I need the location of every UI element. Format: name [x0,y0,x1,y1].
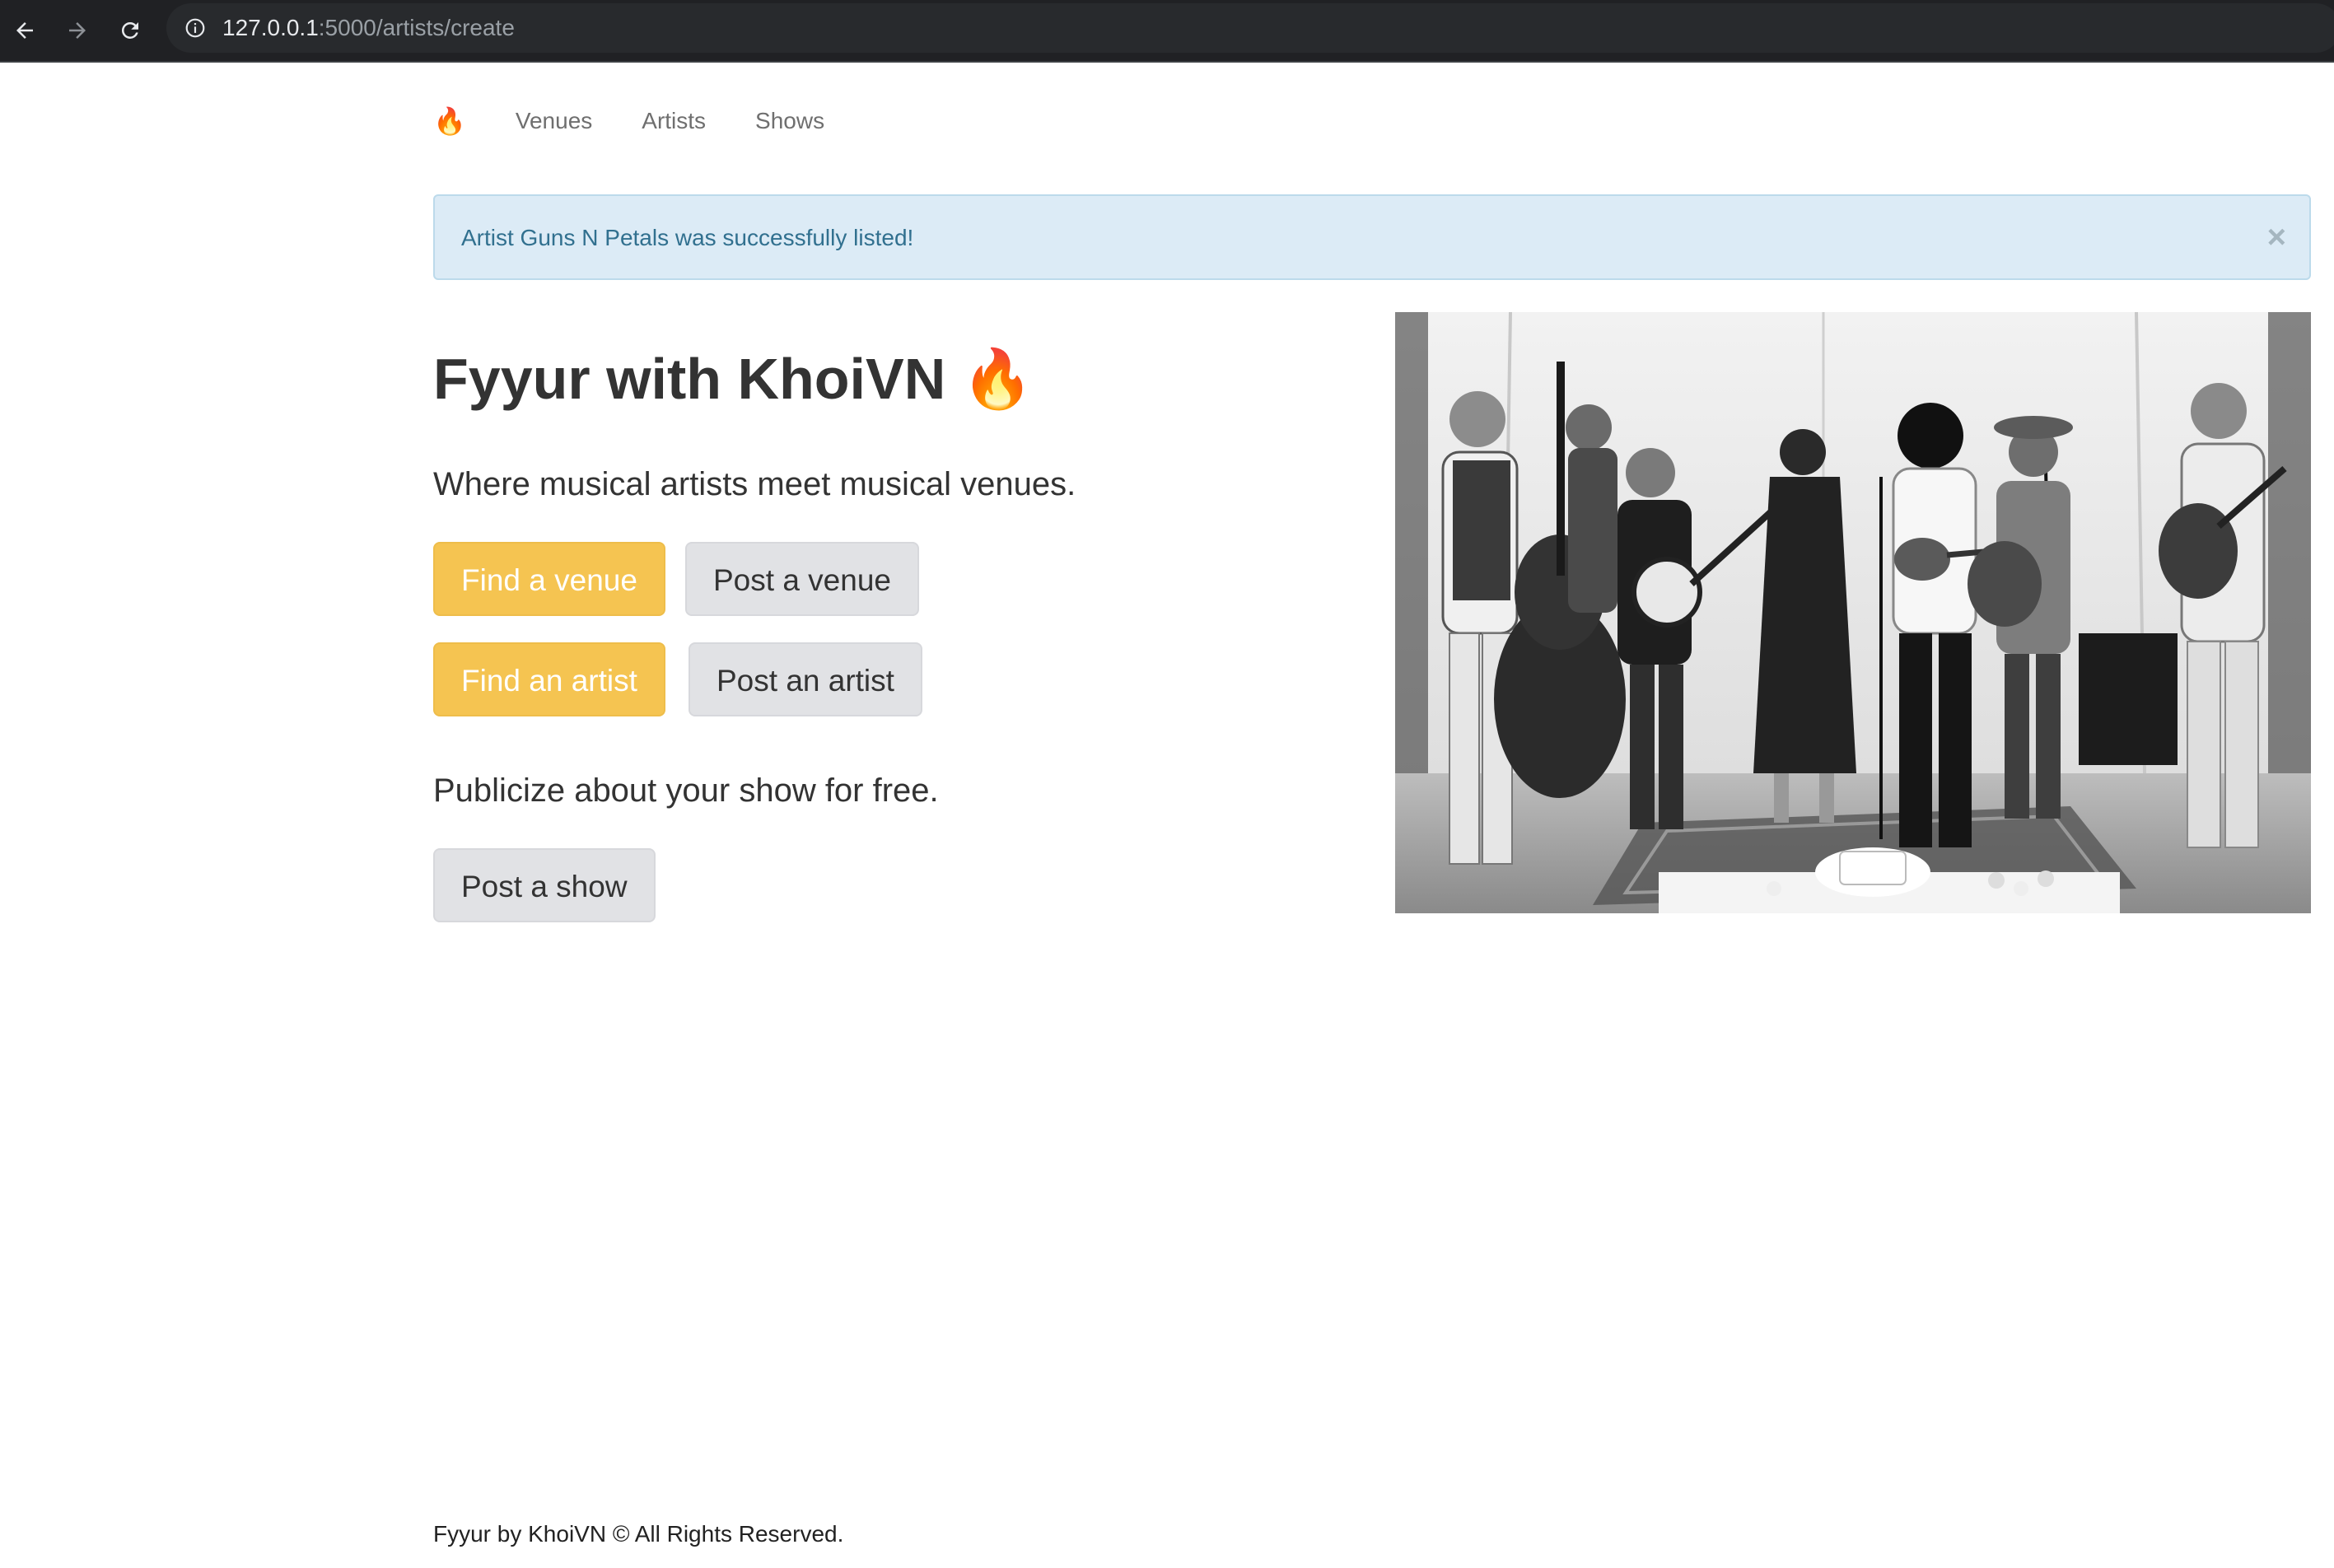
close-icon[interactable]: × [2267,221,2286,254]
find-venue-button[interactable]: Find a venue [433,542,665,616]
nav-link-venues[interactable]: Venues [516,102,592,140]
url-host: 127.0.0.1 [222,15,319,40]
nav-link-artists[interactable]: Artists [642,102,706,140]
post-show-button[interactable]: Post a show [433,848,656,922]
page-title: Fyyur with KhoiVN 🔥 [433,347,1034,411]
hero-lead: Where musical artists meet musical venue… [433,466,1076,502]
forward-arrow-icon [69,22,86,39]
url-path: :5000/artists/create [318,15,515,40]
forward-button[interactable] [56,9,99,52]
find-artist-button[interactable]: Find an artist [433,642,665,716]
fire-icon[interactable]: 🔥 [433,102,466,140]
alert-message: Artist Guns N Petals was successfully li… [461,225,914,250]
back-arrow-icon [16,22,33,39]
site-navbar: 🔥 Venues Artists Shows [433,102,874,140]
post-venue-button[interactable]: Post a venue [685,542,919,616]
address-bar[interactable]: 127.0.0.1:5000/artists/create [166,3,2334,53]
footer-text: Fyyur by KhoiVN © All Rights Reserved. [433,1521,844,1547]
band-photo [1395,312,2311,913]
url-text[interactable]: 127.0.0.1:5000/artists/create [222,15,515,41]
nav-link-shows[interactable]: Shows [755,102,824,140]
reload-icon [121,21,138,39]
browser-toolbar: 127.0.0.1:5000/artists/create [0,0,2334,63]
post-artist-button[interactable]: Post an artist [689,642,922,716]
success-alert: Artist Guns N Petals was successfully li… [433,194,2311,280]
info-icon[interactable] [184,17,206,39]
show-lead: Publicize about your show for free. [433,772,939,809]
reload-button[interactable] [109,9,152,52]
back-button[interactable] [3,9,46,52]
